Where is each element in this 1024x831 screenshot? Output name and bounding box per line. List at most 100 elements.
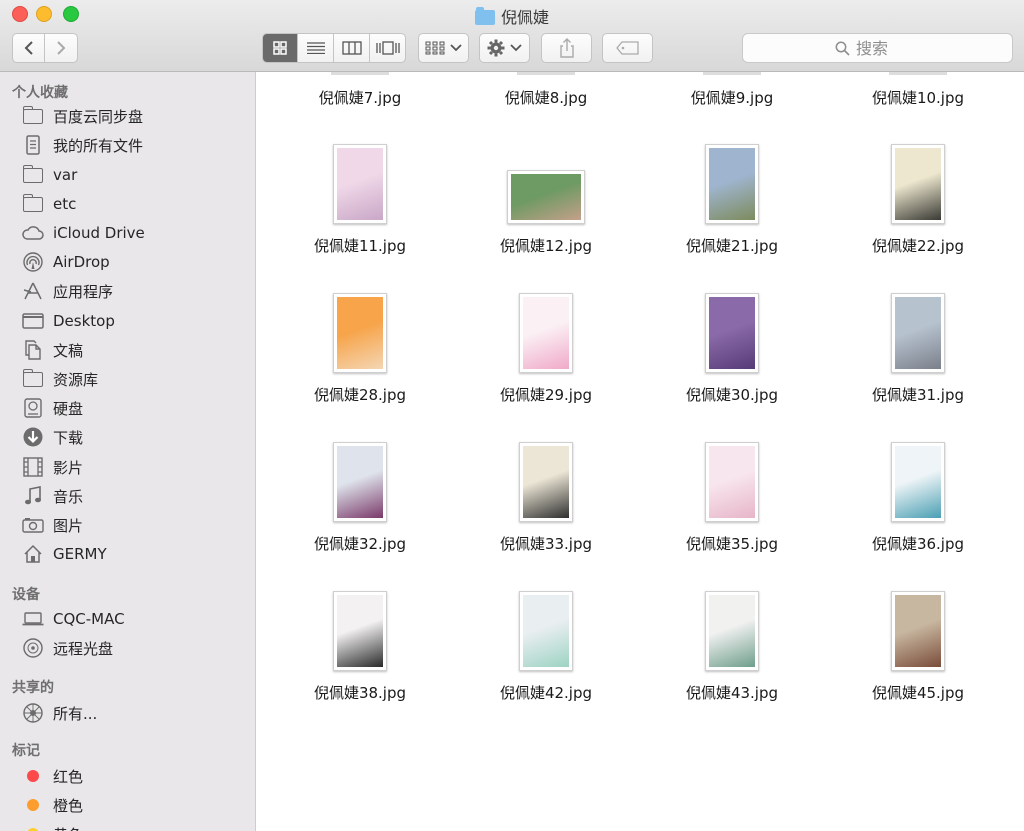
sidebar-item-all-shared[interactable]: 所有... — [22, 700, 97, 726]
sidebar-item-movies[interactable]: 影片 — [22, 454, 83, 480]
file-item[interactable]: 倪佩婕30.jpg — [652, 291, 812, 421]
file-item[interactable]: 倪佩婕28.jpg — [280, 291, 440, 421]
red-tag-icon — [22, 766, 44, 786]
sidebar-item-pictures[interactable]: 图片 — [22, 512, 83, 538]
sidebar-item-library[interactable]: 资源库 — [22, 366, 98, 392]
sidebar-item-tag-orange[interactable]: 橙色 — [22, 792, 83, 818]
sidebar-item-baidu-sync[interactable]: 百度云同步盘 — [22, 103, 143, 129]
photo-preview — [895, 297, 941, 369]
sidebar-item-label: var — [53, 166, 78, 184]
sidebar-item-tag-yellow[interactable]: 黄色 — [22, 821, 83, 831]
photo-preview — [523, 446, 569, 518]
sidebar-item-downloads[interactable]: 下载 — [22, 424, 83, 450]
file-item[interactable]: 倪佩婕31.jpg — [838, 291, 998, 421]
file-item[interactable]: 倪佩婕43.jpg — [652, 589, 812, 719]
forward-button[interactable] — [44, 33, 78, 63]
share-button[interactable] — [541, 33, 592, 63]
chevron-right-icon — [57, 41, 66, 55]
image-thumbnail — [705, 591, 759, 671]
image-thumbnail[interactable] — [878, 758, 958, 820]
file-item[interactable]: 倪佩婕12.jpg — [466, 142, 626, 272]
file-name: 倪佩婕29.jpg — [499, 386, 593, 404]
sidebar-item-label: etc — [53, 195, 77, 213]
sidebar-item-label: 所有... — [53, 704, 98, 723]
sidebar-item-desktop[interactable]: Desktop — [22, 308, 115, 334]
image-thumbnail[interactable] — [333, 740, 387, 820]
airdrop-icon — [22, 252, 44, 272]
chevron-down-icon — [510, 44, 522, 52]
file-item[interactable]: 倪佩婕36.jpg — [838, 440, 998, 570]
cover-flow-button[interactable] — [370, 33, 406, 63]
grid-arrange-icon — [425, 41, 445, 55]
icon-view-button[interactable] — [262, 33, 298, 63]
sidebar-item-home[interactable]: GERMY — [22, 541, 107, 567]
photo-preview — [709, 446, 755, 518]
file-name[interactable]: 倪佩婕8.jpg — [466, 87, 626, 108]
sidebar-item-var[interactable]: var — [22, 162, 77, 188]
column-view-button[interactable] — [334, 33, 370, 63]
tag-button[interactable] — [602, 33, 653, 63]
file-name: 倪佩婕12.jpg — [499, 237, 593, 255]
action-button[interactable] — [479, 33, 530, 63]
cloud-icon — [22, 223, 44, 243]
thumbnail-edge — [703, 72, 761, 75]
sidebar-item-label: 下载 — [53, 428, 84, 447]
sidebar-item-cqc-mac[interactable]: CQC-MAC — [22, 606, 125, 632]
sidebar-item-label: 百度云同步盘 — [53, 107, 144, 126]
file-name: 倪佩婕42.jpg — [499, 684, 593, 702]
sidebar-item-all-files[interactable]: 我的所有文件 — [22, 132, 143, 158]
sidebar-item-label: 图片 — [53, 516, 84, 535]
image-thumbnail — [519, 293, 573, 373]
sidebar-item-label: CQC-MAC — [53, 610, 125, 628]
image-thumbnail[interactable] — [703, 738, 761, 820]
photo-preview — [337, 446, 383, 518]
all-files-icon — [22, 135, 44, 155]
file-item[interactable]: 倪佩婕33.jpg — [466, 440, 626, 570]
chevron-left-icon — [24, 41, 33, 55]
image-thumbnail — [333, 293, 387, 373]
sidebar-item-hard-drive[interactable]: 硬盘 — [22, 395, 83, 421]
sidebar-item-remote-disc[interactable]: 远程光盘 — [22, 635, 113, 661]
file-item[interactable]: 倪佩婕45.jpg — [838, 589, 998, 719]
sidebar-section-devices: 设备 — [12, 587, 40, 603]
back-button[interactable] — [12, 33, 45, 63]
sidebar-item-airdrop[interactable]: AirDrop — [22, 249, 110, 275]
sidebar-item-applications[interactable]: 应用程序 — [22, 278, 113, 304]
tag-color-dot — [27, 770, 39, 782]
sidebar-item-label: 文稿 — [53, 341, 84, 360]
file-item[interactable]: 倪佩婕21.jpg — [652, 142, 812, 272]
cover-flow-icon — [375, 41, 400, 55]
sidebar-item-documents[interactable]: 文稿 — [22, 337, 83, 363]
file-name[interactable]: 倪佩婕7.jpg — [280, 87, 440, 108]
file-item[interactable]: 倪佩婕29.jpg — [466, 291, 626, 421]
file-name[interactable]: 倪佩婕10.jpg — [838, 87, 998, 108]
arrange-button[interactable] — [418, 33, 469, 63]
sidebar-item-etc[interactable]: etc — [22, 191, 76, 217]
image-thumbnail — [891, 293, 945, 373]
file-item[interactable]: 倪佩婕32.jpg — [280, 440, 440, 570]
file-name[interactable]: 倪佩婕9.jpg — [652, 87, 812, 108]
file-item[interactable]: 倪佩婕38.jpg — [280, 589, 440, 719]
hard-drive-icon — [22, 398, 44, 418]
file-item[interactable]: 倪佩婕35.jpg — [652, 440, 812, 570]
tag-icon — [615, 41, 639, 55]
sidebar-item-icloud-drive[interactable]: iCloud Drive — [22, 220, 145, 246]
search-field[interactable] — [742, 33, 1013, 63]
sidebar-item-music[interactable]: 音乐 — [22, 483, 83, 509]
image-thumbnail — [705, 144, 759, 224]
file-item[interactable]: 倪佩婕42.jpg — [466, 589, 626, 719]
download-icon — [22, 427, 44, 447]
photo-preview — [337, 148, 383, 220]
image-thumbnail — [333, 591, 387, 671]
file-item[interactable]: 倪佩婕11.jpg — [280, 142, 440, 272]
sidebar-item-tag-red[interactable]: 红色 — [22, 763, 83, 789]
list-view-button[interactable] — [298, 33, 334, 63]
image-thumbnail[interactable] — [507, 760, 585, 820]
search-input[interactable] — [856, 38, 920, 58]
sidebar-item-label: 资源库 — [53, 370, 99, 389]
finder-window: 倪佩婕 搜索 个人收藏 百度云同步盘 我的所有文件 var etc iCloud… — [0, 0, 1024, 831]
folder-icon — [22, 105, 44, 126]
music-icon — [22, 486, 44, 506]
sidebar-item-label: 影片 — [53, 458, 84, 477]
file-item[interactable]: 倪佩婕22.jpg — [838, 142, 998, 272]
